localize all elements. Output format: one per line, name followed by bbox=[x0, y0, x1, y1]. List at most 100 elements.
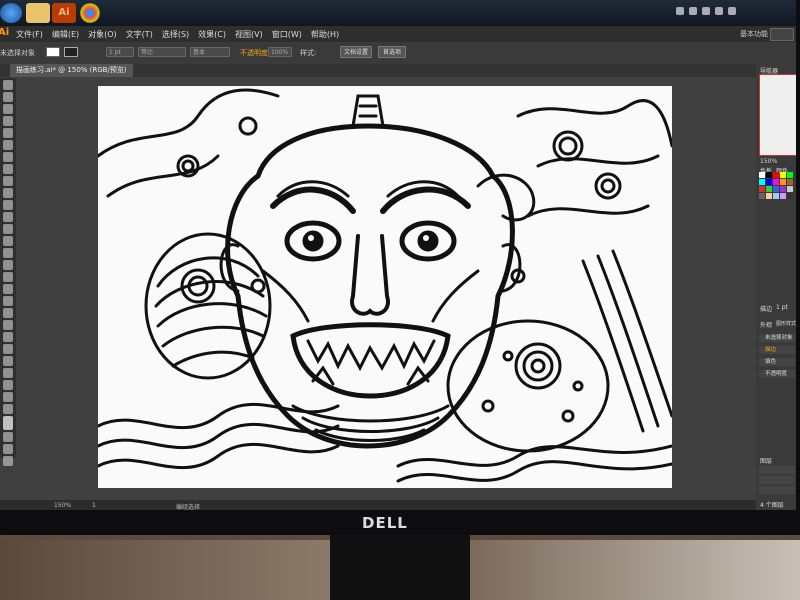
appearance-tab[interactable]: 外观 bbox=[760, 320, 772, 329]
swatch[interactable] bbox=[759, 172, 765, 178]
navigator-zoom[interactable]: 150% bbox=[760, 158, 777, 165]
mesh-tool-icon[interactable] bbox=[3, 296, 13, 306]
menu-window[interactable]: 窗口(W) bbox=[272, 29, 302, 40]
swatch[interactable] bbox=[766, 186, 772, 192]
chrome-icon[interactable] bbox=[80, 3, 100, 23]
slice-tool-icon[interactable] bbox=[3, 380, 13, 390]
brush-select[interactable]: 基本 bbox=[190, 47, 230, 57]
appearance-opacity-row[interactable]: 不透明度 bbox=[759, 370, 795, 378]
swatch[interactable] bbox=[773, 186, 779, 192]
fill-stroke-swatch-icon[interactable] bbox=[3, 416, 13, 430]
document-setup-button[interactable]: 文档设置 bbox=[340, 46, 372, 58]
pencil-tool-icon[interactable] bbox=[3, 188, 13, 198]
menu-select[interactable]: 选择(S) bbox=[162, 29, 189, 40]
swatch[interactable] bbox=[787, 186, 793, 192]
swatch[interactable] bbox=[780, 186, 786, 192]
type-tool-icon[interactable] bbox=[3, 140, 13, 150]
selection-tool-icon[interactable] bbox=[3, 80, 13, 90]
paintbrush-tool-icon[interactable] bbox=[3, 176, 13, 186]
line-tool-icon[interactable] bbox=[3, 152, 13, 162]
preferences-button[interactable]: 首选项 bbox=[378, 46, 406, 58]
menu-object[interactable]: 对象(O) bbox=[88, 29, 117, 40]
stroke-panel-weight[interactable]: 1 pt bbox=[776, 304, 788, 311]
direct-selection-tool-icon[interactable] bbox=[3, 92, 13, 102]
width-tool-icon[interactable] bbox=[3, 248, 13, 258]
folder-icon[interactable] bbox=[26, 3, 50, 23]
perspective-grid-tool-icon[interactable] bbox=[3, 284, 13, 294]
eraser-tool-icon[interactable] bbox=[3, 212, 13, 222]
artboard-tool-icon[interactable] bbox=[3, 368, 13, 378]
zoom-level[interactable]: 150% bbox=[54, 502, 71, 509]
swatch[interactable] bbox=[780, 179, 786, 185]
layer-row[interactable] bbox=[759, 476, 795, 484]
drawing-mode-icon[interactable] bbox=[3, 444, 13, 454]
appearance-stroke-row[interactable]: 描边 bbox=[759, 346, 795, 354]
search-input[interactable] bbox=[770, 28, 794, 41]
stroke-panel-label[interactable]: 描边 bbox=[760, 304, 772, 313]
menu-effect[interactable]: 效果(C) bbox=[198, 29, 226, 40]
hand-tool-icon[interactable] bbox=[3, 392, 13, 402]
swatch[interactable] bbox=[773, 193, 779, 199]
shape-builder-tool-icon[interactable] bbox=[3, 272, 13, 282]
menu-view[interactable]: 视图(V) bbox=[235, 29, 263, 40]
swatch[interactable] bbox=[759, 193, 765, 199]
swatch[interactable] bbox=[759, 186, 765, 192]
current-tool-status: 编组选择 bbox=[176, 504, 201, 510]
scale-tool-icon[interactable] bbox=[3, 236, 13, 246]
illustrator-taskbar-icon[interactable]: Ai bbox=[52, 3, 76, 23]
tray-icon[interactable] bbox=[728, 7, 736, 15]
swatch[interactable] bbox=[787, 179, 793, 185]
artboard-canvas[interactable] bbox=[98, 86, 672, 488]
screen-mode-icon[interactable] bbox=[3, 456, 13, 466]
opacity-field[interactable]: 100% bbox=[268, 47, 292, 57]
tray-icon[interactable] bbox=[715, 7, 723, 15]
tray-icon[interactable] bbox=[676, 7, 684, 15]
free-transform-tool-icon[interactable] bbox=[3, 260, 13, 270]
swatch[interactable] bbox=[787, 172, 793, 178]
swatch[interactable] bbox=[766, 172, 772, 178]
opacity-label[interactable]: 不透明度 bbox=[240, 48, 268, 58]
layers-count: 4 个图层 bbox=[760, 502, 784, 509]
swatch[interactable] bbox=[780, 193, 786, 199]
swatch[interactable] bbox=[773, 179, 779, 185]
layer-row[interactable] bbox=[759, 466, 795, 474]
color-mode-icon[interactable] bbox=[3, 432, 13, 442]
stroke-weight-field[interactable]: 1 pt bbox=[106, 47, 134, 57]
swatch[interactable] bbox=[766, 179, 772, 185]
tray-icon[interactable] bbox=[702, 7, 710, 15]
blob-brush-tool-icon[interactable] bbox=[3, 200, 13, 210]
windows-start-button[interactable] bbox=[0, 3, 22, 23]
graph-tool-icon[interactable] bbox=[3, 356, 13, 366]
layers-panel-title[interactable]: 图层 bbox=[760, 456, 772, 465]
magic-wand-tool-icon[interactable] bbox=[3, 104, 13, 114]
menu-type[interactable]: 文字(T) bbox=[126, 29, 153, 40]
navigator-thumbnail[interactable] bbox=[759, 74, 796, 156]
pen-tool-icon[interactable] bbox=[3, 128, 13, 138]
gradient-tool-icon[interactable] bbox=[3, 308, 13, 318]
menu-edit[interactable]: 编辑(E) bbox=[52, 29, 79, 40]
swatch[interactable] bbox=[780, 172, 786, 178]
swatch[interactable] bbox=[773, 172, 779, 178]
stroke-style-select[interactable]: 等比 bbox=[138, 47, 186, 57]
page-number[interactable]: 1 bbox=[92, 502, 96, 509]
appearance-fill-row[interactable]: 填色 bbox=[759, 358, 795, 366]
rectangle-tool-icon[interactable] bbox=[3, 164, 13, 174]
stroke-swatch[interactable] bbox=[64, 47, 78, 57]
graphic-styles-tab[interactable]: 图形样式 bbox=[776, 320, 796, 327]
swatch[interactable] bbox=[759, 179, 765, 185]
swatch[interactable] bbox=[766, 193, 772, 199]
menu-help[interactable]: 帮助(H) bbox=[311, 29, 339, 40]
document-tab[interactable]: 描画练习.ai* @ 150% (RGB/预览) bbox=[10, 64, 133, 77]
lasso-tool-icon[interactable] bbox=[3, 116, 13, 126]
symbol-sprayer-tool-icon[interactable] bbox=[3, 344, 13, 354]
swatch[interactable] bbox=[787, 193, 793, 199]
menu-file[interactable]: 文件(F) bbox=[16, 29, 43, 40]
zoom-tool-icon[interactable] bbox=[3, 404, 13, 414]
workspace-switcher[interactable]: 基本功能 bbox=[740, 29, 768, 39]
rotate-tool-icon[interactable] bbox=[3, 224, 13, 234]
eyedropper-tool-icon[interactable] bbox=[3, 320, 13, 330]
layer-row[interactable] bbox=[759, 486, 795, 494]
tray-icon[interactable] bbox=[689, 7, 697, 15]
blend-tool-icon[interactable] bbox=[3, 332, 13, 342]
fill-swatch[interactable] bbox=[46, 47, 60, 57]
